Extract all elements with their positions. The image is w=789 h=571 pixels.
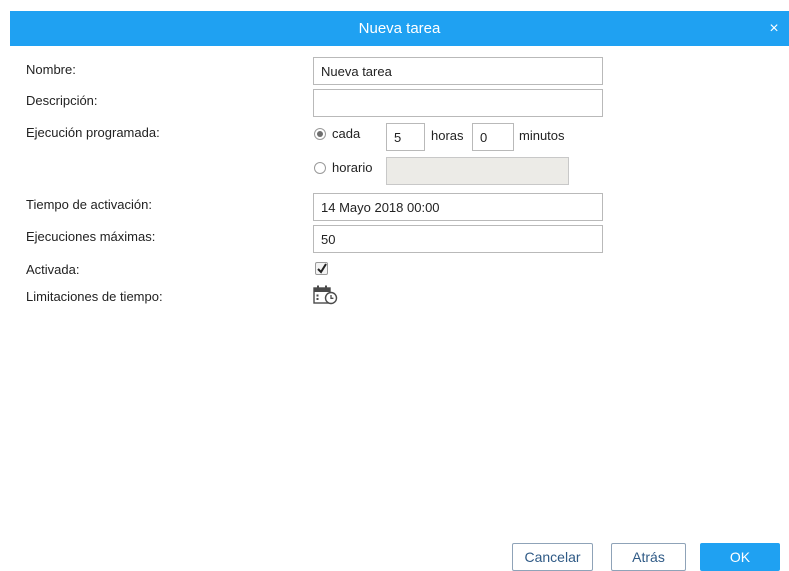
- dialog-titlebar: Nueva tarea ×: [10, 11, 789, 46]
- max-executions-input[interactable]: [313, 225, 603, 253]
- back-button[interactable]: Atrás: [611, 543, 686, 571]
- activation-time-input[interactable]: [313, 193, 603, 221]
- max-executions-label: Ejecuciones máximas:: [26, 229, 156, 244]
- cancel-button[interactable]: Cancelar: [512, 543, 593, 571]
- dialog-title: Nueva tarea: [358, 20, 441, 37]
- radio-cada-label: cada: [332, 126, 361, 141]
- schedule-label: Ejecución programada:: [26, 125, 160, 140]
- calendar-clock-icon[interactable]: [313, 285, 339, 305]
- name-label: Nombre:: [26, 62, 76, 77]
- time-limits-label: Limitaciones de tiempo:: [26, 289, 163, 304]
- radio-horario[interactable]: [314, 162, 326, 174]
- minutes-input[interactable]: [472, 123, 514, 151]
- name-input[interactable]: [313, 57, 603, 85]
- activation-label: Tiempo de activación:: [26, 197, 152, 212]
- description-input[interactable]: [313, 89, 603, 117]
- ok-button[interactable]: OK: [700, 543, 780, 571]
- hours-unit: horas: [431, 128, 464, 143]
- hours-input[interactable]: [386, 123, 425, 151]
- radio-cada[interactable]: [314, 128, 326, 140]
- checkmark-icon: [317, 263, 327, 274]
- minutes-unit: minutos: [519, 128, 565, 143]
- enabled-checkbox[interactable]: [315, 262, 328, 275]
- horario-input: [386, 157, 569, 185]
- enabled-label: Activada:: [26, 262, 80, 277]
- close-icon[interactable]: ×: [765, 20, 783, 38]
- radio-horario-label: horario: [332, 160, 373, 175]
- description-label: Descripción:: [26, 93, 98, 108]
